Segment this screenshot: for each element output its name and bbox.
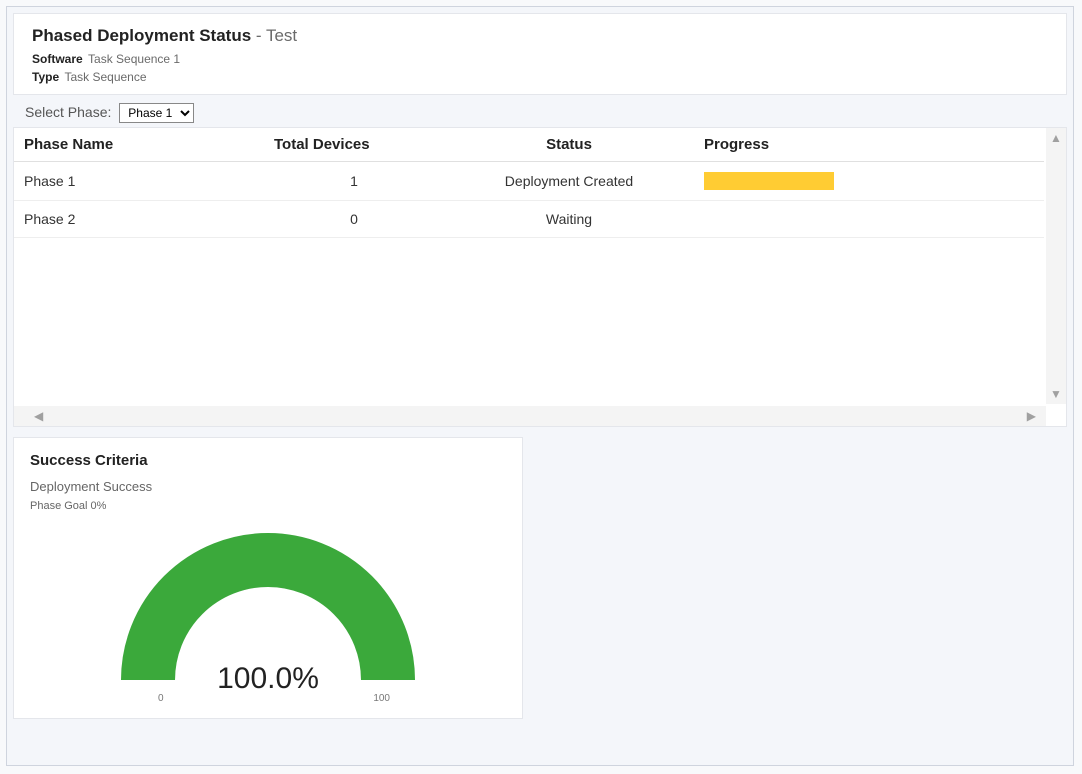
success-gauge: 0 100 100.0% — [118, 530, 418, 690]
table-row[interactable]: Phase 20Waiting — [14, 201, 1044, 238]
cell-total-devices: 0 — [264, 201, 444, 238]
software-label: Software — [32, 52, 83, 66]
phase-select-row: Select Phase: Phase 1Phase 2 — [13, 95, 1067, 127]
scroll-right-icon[interactable]: ▶ — [1027, 410, 1036, 422]
phase-table: Phase Name Total Devices Status Progress… — [14, 128, 1044, 238]
phase-select-label: Select Phase: — [25, 104, 111, 120]
cell-phase-name: Phase 2 — [14, 201, 264, 238]
success-title: Success Criteria — [30, 452, 506, 469]
gauge-wrap: 0 100 100.0% — [30, 530, 506, 690]
col-phase-name: Phase Name — [14, 128, 264, 162]
cell-progress — [694, 162, 1044, 201]
col-total-devices: Total Devices — [264, 128, 444, 162]
cell-status: Waiting — [444, 201, 694, 238]
header-card: Phased Deployment Status - Test Software… — [13, 13, 1067, 95]
phase-table-wrap: Phase Name Total Devices Status Progress… — [13, 127, 1067, 427]
col-progress: Progress — [694, 128, 1044, 162]
cell-phase-name: Phase 1 — [14, 162, 264, 201]
gauge-value: 100.0% — [118, 662, 418, 696]
deployment-status-panel: Phased Deployment Status - Test Software… — [6, 6, 1074, 766]
success-criteria-card: Success Criteria Deployment Success Phas… — [13, 437, 523, 719]
progress-bar — [704, 172, 834, 190]
scroll-up-icon[interactable]: ▲ — [1050, 132, 1062, 144]
col-status: Status — [444, 128, 694, 162]
title-main: Phased Deployment Status — [32, 26, 251, 45]
scroll-down-icon[interactable]: ▼ — [1050, 388, 1062, 400]
table-row[interactable]: Phase 11Deployment Created — [14, 162, 1044, 201]
page-title: Phased Deployment Status - Test — [32, 26, 1048, 46]
type-row: Type Task Sequence — [32, 70, 1048, 84]
title-suffix: - Test — [251, 26, 297, 45]
software-row: Software Task Sequence 1 — [32, 52, 1048, 66]
type-value: Task Sequence — [64, 70, 146, 84]
cell-progress — [694, 201, 1044, 238]
vertical-scrollbar[interactable]: ▲ ▼ — [1046, 128, 1066, 404]
cell-total-devices: 1 — [264, 162, 444, 201]
horizontal-scrollbar[interactable]: ◀ ▶ — [14, 406, 1046, 426]
success-subtitle: Deployment Success — [30, 479, 506, 494]
cell-status: Deployment Created — [444, 162, 694, 201]
software-value: Task Sequence 1 — [88, 52, 180, 66]
phase-select[interactable]: Phase 1Phase 2 — [119, 103, 194, 123]
phase-goal: Phase Goal 0% — [30, 500, 506, 512]
type-label: Type — [32, 70, 59, 84]
scroll-left-icon[interactable]: ◀ — [34, 410, 43, 422]
table-header-row: Phase Name Total Devices Status Progress — [14, 128, 1044, 162]
